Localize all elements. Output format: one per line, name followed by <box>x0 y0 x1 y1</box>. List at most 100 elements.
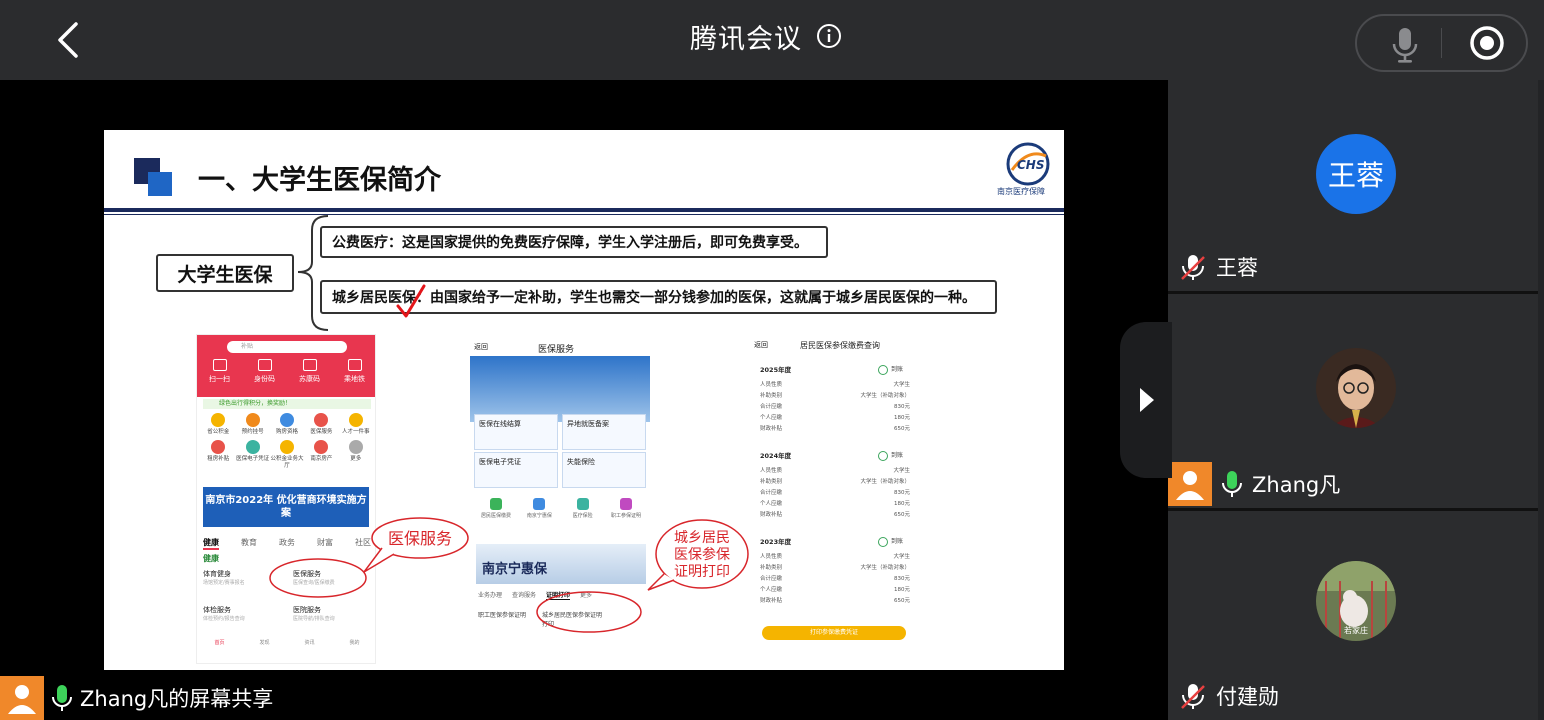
logo-caption: 南京医疗保障 <box>997 187 1045 196</box>
service-row: 居民医保缴费 南京宁惠保 医疗保险 职工参保证明 <box>476 498 646 519</box>
back-link: 返回 <box>754 341 768 349</box>
green-travel-bar: 绿色出行得积分，换奖励！ <box>203 399 371 409</box>
shared-slide: 一、大学生医保简介 CHS 南京医疗保障 大学生医保 公费医疗：这是国家提供的免… <box>104 130 1064 670</box>
participant-tile[interactable]: Zhang凡 <box>1168 294 1538 508</box>
service-item: 省公积金 <box>201 413 235 436</box>
share-label-bar: Zhang凡的屏幕共享 <box>0 676 1168 720</box>
microphone-muted-icon <box>1181 255 1205 280</box>
health-item: 体检服务 体检预约/报告查询 <box>203 606 245 622</box>
chevron-left-icon[interactable] <box>50 20 90 60</box>
banner-text: 南京宁惠保 <box>482 562 548 577</box>
service-item: 预约挂号 <box>235 413 269 436</box>
participants-panel: 王蓉 王蓉 Zhang凡 若家庄 付建勋 <box>1168 80 1544 720</box>
callout-text: 医保服务 <box>388 529 452 548</box>
meeting-title-group: 腾讯会议 <box>690 16 842 56</box>
record-icon[interactable] <box>1466 22 1508 64</box>
record-label: 人员性质 <box>760 554 783 560</box>
record-value: 180元 <box>894 501 910 507</box>
record-label: 合计应缴 <box>760 404 783 410</box>
callout-proof-print: 城乡居民 医保参保 证明打印 <box>647 519 749 591</box>
service-card: 异地就医备案 <box>562 414 646 450</box>
record-year: 2025年度 <box>760 366 792 374</box>
ninghuibao-banner: 南京宁惠保 <box>476 544 646 584</box>
nav-item: 发现 <box>259 640 270 646</box>
info-icon[interactable] <box>816 23 842 49</box>
proof-item: 职工医保参保证明 <box>478 612 527 619</box>
participant-name-row: 王蓉 <box>1178 252 1258 282</box>
record-label: 财政补贴 <box>760 598 783 604</box>
nav-item: 我的 <box>349 640 360 646</box>
phone-header: 补贴 扫一扫 身份码 苏康码 乘地铁 <box>197 335 375 397</box>
record-value: 830元 <box>894 490 910 496</box>
record-row: 个人应缴 180元 <box>760 499 910 507</box>
quick-icon: 乘地铁 <box>337 359 373 384</box>
record-row: 合计应缴 830元 <box>760 574 910 582</box>
title-rule <box>104 208 1064 212</box>
slide-title-square-blue <box>148 172 172 196</box>
avatar <box>1316 348 1396 428</box>
person-avatar-icon <box>0 676 44 720</box>
search-input: 补贴 <box>227 341 347 353</box>
record-value: 650元 <box>894 426 910 432</box>
record-row: 个人应缴 180元 <box>760 413 910 421</box>
record-label: 个人应缴 <box>760 415 783 421</box>
service-grid: 省公积金 预约挂号 购房资格 医保服务 人才一件事 租房补贴 医保电子凭证 公积… <box>201 413 373 470</box>
phone2-tab: 查询服务 <box>512 592 537 599</box>
quick-icon: 身份码 <box>247 359 283 384</box>
record-label: 财政补贴 <box>760 426 783 432</box>
service-card: 失能保险 <box>562 452 646 488</box>
record-status: 到账 <box>878 364 903 375</box>
participant-name: 付建勋 <box>1216 685 1279 709</box>
quick-icon: 苏康码 <box>292 359 328 384</box>
play-arrow-icon <box>1140 388 1154 412</box>
meeting-window: 腾讯会议 一、大学生医保简介 CHS 南京医疗保障 大学生医保 公费医疗：这是国… <box>0 0 1544 720</box>
highlight-ellipse-1 <box>269 558 367 598</box>
participant-name-row: 付建勋 <box>1178 681 1279 711</box>
record-value: 大学生（补助对象） <box>860 393 910 399</box>
record-label: 补助类别 <box>760 565 783 571</box>
quick-icons: 扫一扫 身份码 苏康码 乘地铁 <box>197 359 375 384</box>
promo-banner: 南京市2022年 优化营商环境实施方案 <box>203 487 369 527</box>
participant-name-row: Zhang凡 <box>1168 462 1340 506</box>
phone3-title: 居民医保参保缴费查询 <box>800 341 880 350</box>
microphone-muted-icon <box>1181 684 1205 709</box>
record-label: 补助类别 <box>760 479 783 485</box>
avatar: 若家庄 <box>1316 561 1396 641</box>
expand-panel-button[interactable] <box>1120 322 1172 478</box>
section-heading: 健康 <box>203 554 219 563</box>
participant-name: 王蓉 <box>1216 256 1258 280</box>
service-row-item: 居民医保缴费 <box>476 498 516 519</box>
record-label: 个人应缴 <box>760 501 783 507</box>
microphone-icon[interactable] <box>1383 22 1427 66</box>
service-item: 医保服务 <box>304 413 338 436</box>
service-item: 医保电子凭证 <box>235 440 269 470</box>
topic-box: 大学生医保 <box>156 254 294 292</box>
nav-item: 首页 <box>214 640 225 646</box>
callout-text: 证明打印 <box>674 563 730 580</box>
public-healthcare-box: 公费医疗：这是国家提供的免费医疗保障，学生入学注册后，即可免费享受。 <box>320 226 828 258</box>
record-row: 财政补贴 650元 <box>760 510 910 518</box>
back-link: 返回 <box>474 343 488 351</box>
service-item: 人才一件事 <box>339 413 373 436</box>
record-row: 补助类别 大学生（补助对象） <box>760 391 910 399</box>
record-row: 合计应缴 830元 <box>760 402 910 410</box>
svg-text:CHS: CHS <box>1017 158 1045 172</box>
service-card: 医保电子凭证 <box>474 452 558 488</box>
participant-tile[interactable]: 王蓉 王蓉 <box>1168 80 1538 291</box>
health-item: 体育健身 场馆预定/赛事报名 <box>203 570 245 586</box>
service-card: 医保在线结算 <box>474 414 558 450</box>
phone-tabs: 健康 教育 政务 财富 社区 <box>203 537 371 550</box>
callout-text: 城乡居民 <box>674 530 730 546</box>
record-year: 2024年度 <box>760 452 792 460</box>
record-label: 人员性质 <box>760 468 783 474</box>
phone-screenshot-home: 补贴 扫一扫 身份码 苏康码 乘地铁 绿色出行得积分，换奖励！ 省公积金 预约挂… <box>196 334 376 664</box>
record-value: 大学生 <box>893 468 910 474</box>
record-row: 补助类别 大学生（补助对象） <box>760 563 910 571</box>
service-item: 南京房产 <box>304 440 338 470</box>
slide-title: 一、大学生医保简介 <box>198 165 441 196</box>
participant-tile[interactable]: 若家庄 付建勋 <box>1168 511 1538 720</box>
phone-tab: 教育 <box>241 538 257 547</box>
quick-icon: 扫一扫 <box>202 359 238 384</box>
record-label: 合计应缴 <box>760 576 783 582</box>
top-bar: 腾讯会议 <box>0 0 1544 80</box>
